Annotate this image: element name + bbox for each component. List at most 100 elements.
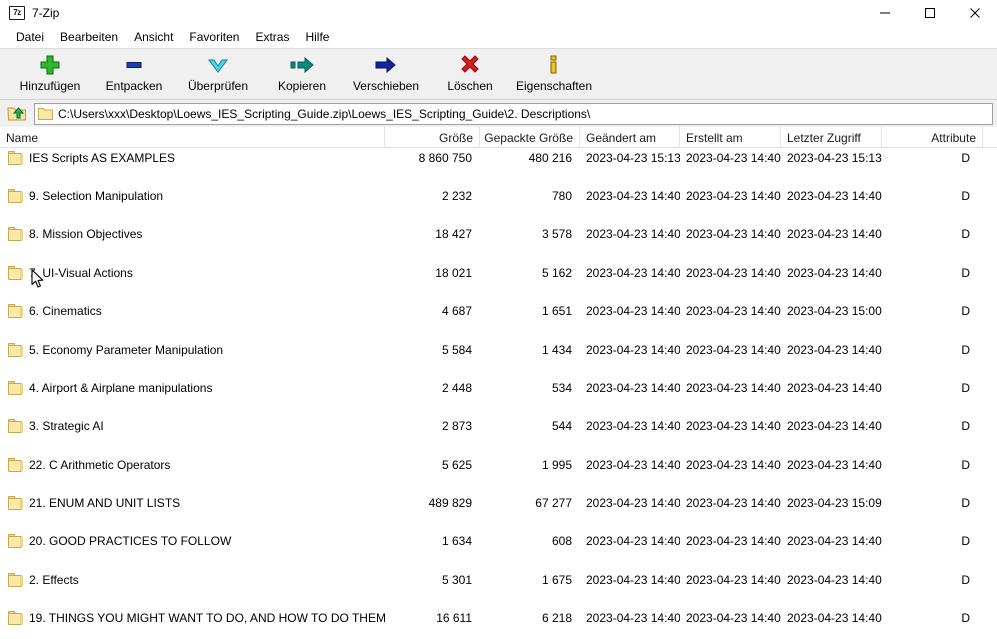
menu-item-ansicht[interactable]: Ansicht [126, 28, 181, 46]
row-name-cell: 22. C Arithmetic Operators [0, 457, 385, 472]
row-attributes-cell: D [961, 611, 970, 626]
table-row[interactable]: 6. Cinematics 4 687 1 651 2023-04-23 14:40 2… [0, 302, 997, 321]
row-modified-cell: 2023-04-23 14:40 [586, 572, 680, 587]
row-accessed-cell: 2023-04-23 15:13 [787, 150, 882, 165]
menu-item-favoriten[interactable]: Favoriten [181, 28, 247, 46]
row-size-cell: 5 625 [441, 457, 472, 472]
row-packed-size-cell: 3 578 [541, 227, 572, 242]
x-delete-icon [459, 52, 481, 78]
row-modified-cell: 2023-04-23 14:40 [586, 496, 680, 511]
row-packed-size-cell: 1 651 [541, 304, 572, 319]
column-header-modified[interactable]: Geändert am [580, 127, 680, 148]
row-modified-cell: 2023-04-23 14:40 [586, 534, 680, 549]
column-header-name[interactable]: Name [0, 127, 385, 148]
row-attributes-cell: D [961, 227, 970, 242]
folder-up-icon[interactable] [4, 102, 30, 126]
row-name-label: 9. Selection Manipulation [29, 188, 164, 203]
properties-button[interactable]: Eigenschaften [512, 52, 596, 98]
row-name-label: 6. Cinematics [29, 304, 102, 319]
table-row[interactable]: 22. C Arithmetic Operators 5 625 1 995 2023… [0, 455, 997, 474]
row-size-cell: 2 232 [441, 188, 472, 203]
path-input[interactable]: C:\Users\xxx\Desktop\Loews_IES_Scripting… [34, 102, 993, 125]
copy-button-label: Kopieren [277, 79, 327, 93]
row-modified-cell: 2023-04-23 14:40 [586, 227, 680, 242]
row-created-cell: 2023-04-23 14:40 [686, 227, 781, 242]
row-size-cell: 2 873 [441, 419, 472, 434]
table-row[interactable]: 19. THINGS YOU MIGHT WANT TO DO, AND HOW… [0, 609, 997, 628]
row-modified-cell: 2023-04-23 14:40 [586, 188, 680, 203]
folder-icon [8, 534, 24, 549]
menu-item-extras[interactable]: Extras [247, 28, 297, 46]
row-name-cell: 21. ENUM AND UNIT LISTS [0, 496, 385, 511]
row-created-cell: 2023-04-23 14:40 [686, 380, 781, 395]
table-row[interactable]: 8. Mission Objectives 18 427 3 578 2023-04-… [0, 225, 997, 244]
row-created-cell: 2023-04-23 14:40 [686, 611, 781, 626]
column-header-accessed[interactable]: Letzter Zugriff [781, 127, 882, 148]
table-row[interactable]: 5. Economy Parameter Manipulation 5 584 1 … [0, 340, 997, 359]
delete-button[interactable]: Löschen [428, 52, 512, 98]
maximize-button[interactable] [907, 0, 952, 26]
row-size-cell: 18 021 [435, 265, 472, 280]
row-accessed-cell: 2023-04-23 14:40 [787, 419, 882, 434]
table-row[interactable]: 21. ENUM AND UNIT LISTS 489 829 67 277 2023… [0, 493, 997, 512]
column-header-created[interactable]: Erstellt am [680, 127, 781, 148]
row-size-cell: 5 584 [441, 342, 472, 357]
row-accessed-cell: 2023-04-23 14:40 [787, 265, 882, 280]
row-name-label: 21. ENUM AND UNIT LISTS [29, 496, 181, 511]
extract-button[interactable]: Entpacken [92, 52, 176, 98]
row-accessed-cell: 2023-04-23 14:40 [787, 188, 882, 203]
row-name-cell: 7. UI-Visual Actions [0, 265, 385, 280]
row-created-cell: 2023-04-23 14:40 [686, 265, 781, 280]
column-header-packed[interactable]: Gepackte Größe [480, 127, 580, 148]
row-modified-cell: 2023-04-23 14:40 [586, 342, 680, 357]
row-name-cell: 5. Economy Parameter Manipulation [0, 342, 385, 357]
title-bar: 7z 7-Zip [0, 0, 997, 26]
row-name-label: 2. Effects [29, 572, 79, 587]
row-name-cell: IES Scripts AS EXAMPLES [0, 150, 385, 165]
table-row[interactable]: 2. Effects 5 301 1 675 2023-04-23 14:40 2023… [0, 570, 997, 589]
table-row[interactable]: 4. Airport & Airplane manipulations 2 448… [0, 378, 997, 397]
menu-item-hilfe[interactable]: Hilfe [297, 28, 337, 46]
folder-icon [38, 107, 53, 120]
properties-button-label: Eigenschaften [515, 79, 593, 93]
row-accessed-cell: 2023-04-23 14:40 [787, 611, 882, 626]
row-packed-size-cell: 480 216 [528, 150, 572, 165]
table-row[interactable]: 7. UI-Visual Actions 18 021 5 162 2023-04-2… [0, 263, 997, 282]
close-button[interactable] [952, 0, 997, 26]
column-header-attributes[interactable]: Attribute [882, 127, 983, 148]
row-size-cell: 8 860 750 [418, 150, 472, 165]
row-size-cell: 16 611 [436, 611, 472, 626]
path-text: C:\Users\xxx\Desktop\Loews_IES_Scripting… [58, 106, 591, 121]
row-accessed-cell: 2023-04-23 14:40 [787, 457, 882, 472]
row-modified-cell: 2023-04-23 14:40 [586, 304, 680, 319]
add-button[interactable]: Hinzufügen [8, 52, 92, 98]
file-list[interactable]: IES Scripts AS EXAMPLES 8 860 750 480 216 2… [0, 148, 997, 639]
extract-button-label: Entpacken [105, 79, 163, 93]
copy-arrow-icon [289, 52, 315, 78]
row-attributes-cell: D [961, 304, 970, 319]
minimize-button[interactable] [862, 0, 907, 26]
table-row[interactable]: 3. Strategic AI 2 873 544 2023-04-23 14:40 2… [0, 417, 997, 436]
copy-button[interactable]: Kopieren [260, 52, 344, 98]
toolbar: Hinzufügen Entpacken Überprüfen Kopieren… [0, 48, 997, 100]
table-row[interactable]: 9. Selection Manipulation 2 232 780 2023-04… [0, 186, 997, 205]
table-row[interactable]: 20. GOOD PRACTICES TO FOLLOW 1 634 608 2023… [0, 532, 997, 551]
row-name-cell: 9. Selection Manipulation [0, 188, 385, 203]
row-name-label: IES Scripts AS EXAMPLES [29, 150, 176, 165]
column-header-size[interactable]: Größe [385, 127, 480, 148]
folder-icon [8, 188, 24, 203]
table-row[interactable]: IES Scripts AS EXAMPLES 8 860 750 480 216 2… [0, 148, 997, 167]
move-button[interactable]: Verschieben [344, 52, 428, 98]
menu-item-datei[interactable]: Datei [8, 28, 52, 46]
folder-icon [8, 496, 24, 511]
menu-item-bearbeiten[interactable]: Bearbeiten [52, 28, 126, 46]
row-packed-size-cell: 5 162 [541, 265, 572, 280]
delete-button-label: Löschen [447, 79, 493, 93]
row-name-label: 20. GOOD PRACTICES TO FOLLOW [29, 534, 232, 549]
row-modified-cell: 2023-04-23 14:40 [586, 611, 680, 626]
row-attributes-cell: D [961, 572, 970, 587]
test-button[interactable]: Überprüfen [176, 52, 260, 98]
row-created-cell: 2023-04-23 14:40 [686, 304, 781, 319]
test-button-label: Überprüfen [187, 79, 249, 93]
row-accessed-cell: 2023-04-23 14:40 [787, 342, 882, 357]
